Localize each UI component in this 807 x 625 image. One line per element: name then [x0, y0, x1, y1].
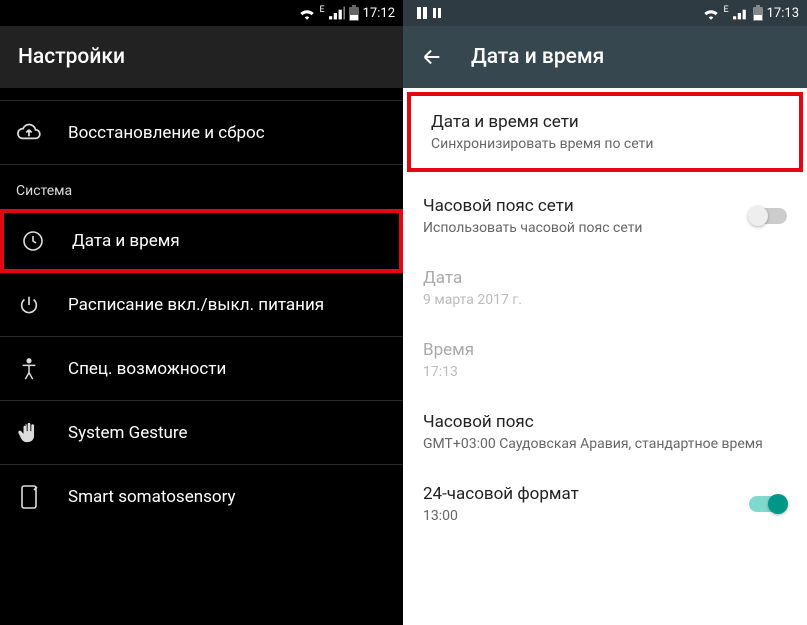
- wifi-icon: [702, 6, 720, 20]
- clock-time: 17:13: [767, 6, 799, 21]
- setting-subtitle: 17:13: [423, 364, 787, 380]
- page-title: Настройки: [18, 45, 125, 69]
- page-title: Дата и время: [471, 45, 604, 69]
- cloud-upload-icon: [16, 122, 42, 144]
- wifi-icon: [298, 6, 316, 20]
- settings-item-backup-reset[interactable]: Восстановление и сброс: [0, 101, 403, 165]
- device-icon: [16, 484, 42, 510]
- power-icon: [16, 294, 42, 316]
- setting-date: Дата 9 марта 2017 г.: [403, 252, 807, 324]
- setting-time: Время 17:13: [403, 324, 807, 396]
- settings-item-label: Дата и время: [72, 231, 180, 251]
- setting-title: Часовой пояс: [423, 412, 787, 432]
- setting-subtitle: Синхронизировать время по сети: [431, 136, 779, 152]
- battery-icon: [753, 5, 763, 21]
- setting-subtitle: 9 марта 2017 г.: [423, 292, 787, 308]
- setting-network-time[interactable]: Дата и время сети Синхронизировать время…: [407, 92, 803, 172]
- settings-screen: E 17:12 Настройки Восстановление и сброс…: [0, 0, 403, 625]
- settings-item-power-schedule[interactable]: Расписание вкл./выкл. питания: [0, 273, 403, 337]
- settings-item-label: Smart somatosensory: [68, 487, 236, 507]
- setting-subtitle: GMT+03:00 Саудовская Аравия, стандартное…: [423, 436, 787, 452]
- settings-item-label: Восстановление и сброс: [68, 123, 265, 143]
- setting-subtitle: 13:00: [423, 508, 735, 524]
- clock-time: 17:12: [363, 6, 395, 21]
- settings-item-system-gesture[interactable]: System Gesture: [0, 401, 403, 465]
- status-bar: E 17:13: [403, 0, 807, 26]
- setting-title: Время: [423, 340, 787, 360]
- setting-timezone[interactable]: Часовой пояс GMT+03:00 Саудовская Аравия…: [403, 396, 807, 468]
- music-icon: [431, 6, 443, 20]
- accessibility-icon: [16, 357, 42, 381]
- signal-icon: [733, 6, 749, 20]
- settings-item-label: Расписание вкл./выкл. питания: [68, 295, 324, 315]
- setting-title: Дата: [423, 268, 787, 288]
- settings-item-accessibility[interactable]: Спец. возможности: [0, 337, 403, 401]
- toggle-switch[interactable]: [749, 208, 787, 224]
- network-type: E: [724, 5, 729, 15]
- hand-icon: [16, 421, 42, 445]
- clock-icon: [20, 229, 46, 253]
- setting-24h-format[interactable]: 24-часовой формат 13:00: [403, 468, 807, 540]
- toggle-switch[interactable]: [749, 496, 787, 512]
- app-bar: Дата и время: [403, 26, 807, 88]
- datetime-screen: E 17:13 Дата и время Дата и время сети С…: [403, 0, 807, 625]
- settings-item-label: Спец. возможности: [68, 359, 226, 379]
- settings-item-somatosensory[interactable]: Smart somatosensory: [0, 465, 403, 529]
- battery-icon: [349, 5, 359, 21]
- settings-item-date-time[interactable]: Дата и время: [0, 209, 403, 273]
- pause-icon: [415, 6, 429, 20]
- setting-title: 24-часовой формат: [423, 484, 735, 504]
- app-bar: Настройки: [0, 26, 403, 88]
- setting-network-timezone[interactable]: Часовой пояс сети Использовать часовой п…: [403, 180, 807, 252]
- section-header-system: Система: [0, 165, 403, 209]
- back-button[interactable]: [421, 46, 443, 68]
- setting-title: Часовой пояс сети: [423, 196, 735, 216]
- setting-subtitle: Использовать часовой пояс сети: [423, 220, 735, 236]
- network-type: E: [320, 5, 325, 15]
- signal-icon: [329, 6, 345, 20]
- setting-title: Дата и время сети: [431, 112, 779, 132]
- settings-item-label: System Gesture: [68, 423, 188, 443]
- status-bar: E 17:12: [0, 0, 403, 26]
